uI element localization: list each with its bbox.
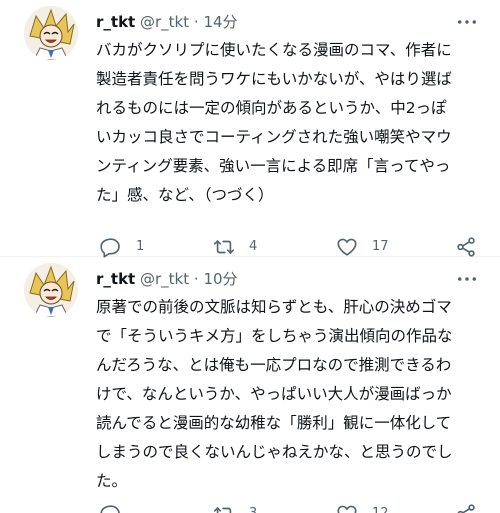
share-icon: [455, 503, 477, 513]
tweet-text-line: で「そういうキメ方」をしちゃう演出傾向の作品な: [96, 327, 453, 345]
tweet-text-line: た。: [96, 472, 128, 490]
tweet-text-line: ンティング要素、強い一言による即席「言ってやっ: [96, 157, 451, 175]
tweet-text-line: 読んでると漫画的な幼稚な「勝利」観に一体化して: [96, 414, 452, 432]
user-handle[interactable]: @r_tkt: [140, 270, 189, 288]
retweet-count: 3: [249, 504, 257, 513]
like-count: 12: [372, 504, 389, 513]
tweet-text-line: 原著での前後の文脈は知らずとも、肝心の決めゴマ: [96, 298, 452, 316]
more-options-icon[interactable]: [456, 271, 478, 287]
timeline: r_tkt @r_tkt · 14分バカがクソリプに使いたくなる漫画のコマ、作者…: [0, 0, 500, 513]
tweet-text-line: た」感、など、（つづく）: [96, 186, 274, 204]
reply-button[interactable]: [100, 501, 136, 513]
tweet-text-line: しまうので良くないんじゃねえかな、と思うのでし: [96, 443, 453, 461]
retweet-icon: [213, 503, 235, 513]
display-name[interactable]: r_tkt: [96, 270, 135, 288]
tweet-header: r_tkt @r_tkt · 10分: [96, 269, 238, 289]
timestamp[interactable]: 14分: [203, 13, 237, 31]
tweet-text: 原著での前後の文脈は知らずとも、肝心の決めゴマ で「そういうキメ方」をしちゃう演出…: [96, 293, 486, 496]
like-button[interactable]: 12: [336, 501, 389, 513]
separator-dot: ·: [193, 270, 199, 288]
share-button[interactable]: [455, 501, 477, 513]
tweet[interactable]: r_tkt @r_tkt · 10分原著での前後の文脈は知らずとも、肝心の決めゴ…: [0, 257, 500, 513]
tweet-header: r_tkt @r_tkt · 14分: [96, 12, 238, 32]
reply-icon: [100, 236, 122, 258]
tweet-text-line: れるものには一定の傾向があるというか、中2っぽ: [96, 99, 447, 117]
reply-count: 1: [136, 239, 145, 254]
tweet-text-line: いカッコ良さでコーティングされた強い嘲笑やマウ: [96, 128, 452, 146]
avatar[interactable]: [24, 263, 78, 317]
tweet-text-line: バカがクソリプに使いたくなる漫画のコマ、作者に: [96, 41, 452, 59]
tweet[interactable]: r_tkt @r_tkt · 14分バカがクソリプに使いたくなる漫画のコマ、作者…: [0, 0, 500, 258]
user-handle[interactable]: @r_tkt: [140, 13, 189, 31]
separator-dot: ·: [193, 13, 199, 31]
display-name[interactable]: r_tkt: [96, 13, 135, 31]
tweet-text-line: けで、なんというか、やっぱいい大人が漫画ばっか: [96, 385, 452, 403]
retweet-count: 4: [249, 239, 258, 254]
retweet-icon: [213, 236, 235, 258]
like-count: 17: [372, 239, 389, 254]
timestamp[interactable]: 10分: [203, 270, 237, 288]
retweet-button[interactable]: 3: [213, 501, 257, 513]
tweet-text-line: んだろうな、とは俺も一応プロなので推測できるわ: [96, 356, 452, 374]
share-icon: [455, 236, 477, 258]
tweet-text-line: 製造者責任を問うワケにもいかないが、やはり選ば: [96, 70, 452, 88]
heart-icon: [336, 503, 358, 513]
tweet-text: バカがクソリプに使いたくなる漫画のコマ、作者に 製造者責任を問うワケにもいかないが…: [96, 36, 486, 210]
reply-icon: [100, 503, 122, 513]
avatar[interactable]: [24, 6, 78, 60]
heart-icon: [336, 236, 358, 258]
tweet-actions: 3 12: [0, 501, 500, 513]
more-options-icon[interactable]: [456, 14, 478, 30]
